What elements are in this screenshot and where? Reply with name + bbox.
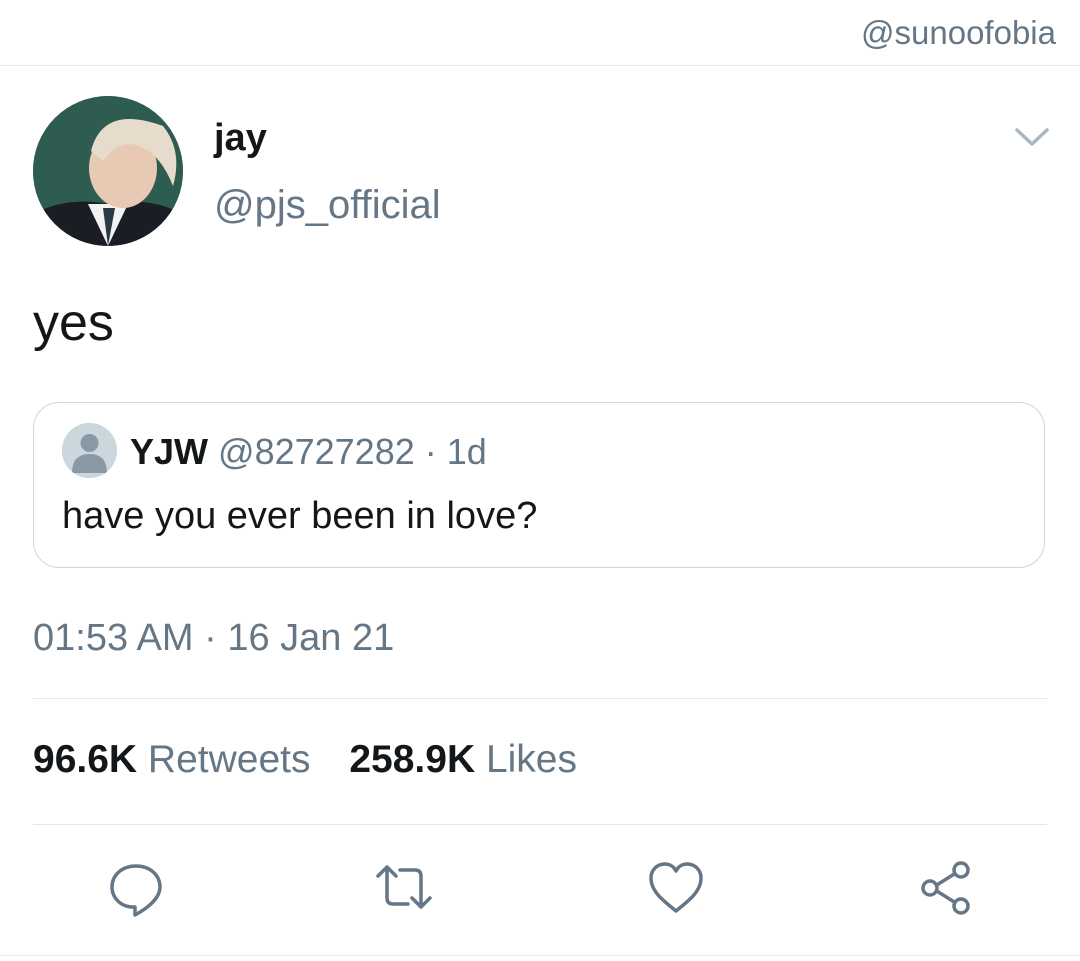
retweet-icon[interactable] <box>374 858 434 918</box>
tweet-text: yes <box>33 294 114 352</box>
tweet-stats: 96.6K Retweets 258.9K Likes <box>33 738 605 782</box>
actions-divider <box>0 955 1080 956</box>
header-divider <box>0 65 1080 66</box>
reply-icon[interactable] <box>106 858 166 918</box>
heart-icon[interactable] <box>646 858 706 918</box>
share-icon[interactable] <box>916 858 976 918</box>
retweets-count: 96.6K <box>33 738 138 781</box>
chevron-down-icon[interactable] <box>1014 124 1050 150</box>
watermark-handle: @sunoofobia <box>861 14 1056 51</box>
likes-count: 258.9K <box>349 738 476 781</box>
stats-bottom-divider <box>33 824 1047 825</box>
quoted-name: YJW <box>130 431 209 472</box>
stats-top-divider <box>33 698 1047 699</box>
tweet-timestamp: 01:53 AM · 16 Jan 21 <box>33 617 395 659</box>
author-handle[interactable]: @pjs_official <box>214 183 441 228</box>
author-avatar[interactable] <box>33 96 183 246</box>
quoted-meta: @82727282 · 1d <box>218 431 487 472</box>
retweets-stat[interactable]: 96.6K Retweets <box>33 738 311 782</box>
likes-label: Likes <box>485 738 577 781</box>
author-name[interactable]: jay <box>214 117 267 160</box>
quoted-avatar <box>62 423 117 478</box>
likes-stat[interactable]: 258.9K Likes <box>349 738 577 782</box>
quoted-text: have you ever been in love? <box>62 495 538 537</box>
quoted-tweet[interactable]: YJW @82727282 · 1d have you ever been in… <box>33 402 1045 568</box>
retweets-label: Retweets <box>147 738 311 781</box>
quoted-header: YJW @82727282 · 1d <box>130 431 487 473</box>
